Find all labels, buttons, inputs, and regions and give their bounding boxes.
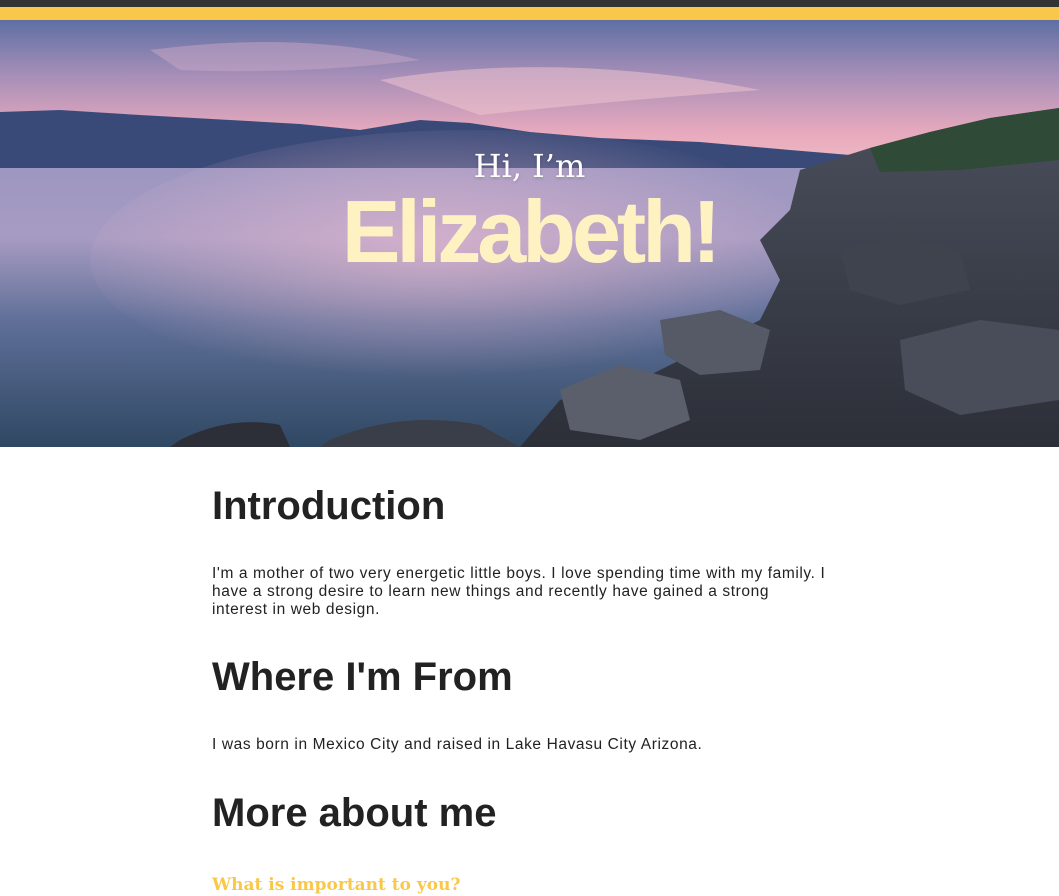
section-heading-where-from: Where I'm From [212, 655, 513, 699]
section-heading-more-about-me: More about me [212, 791, 497, 835]
hero-name: Elizabeth! [341, 182, 722, 281]
section-heading-introduction: Introduction [212, 484, 446, 528]
section-text-where-from: I was born in Mexico City and raised in … [212, 736, 703, 753]
section-text-introduction: I'm a mother of two very energetic littl… [212, 565, 826, 618]
hero-greeting: Hi, I’m [473, 147, 586, 185]
top-accent-stripe [0, 7, 1059, 20]
hero-banner: Hi, I’m Elizabeth! [0, 20, 1059, 447]
top-bar [0, 0, 1059, 7]
subheading-important: What is important to you? [212, 875, 461, 895]
